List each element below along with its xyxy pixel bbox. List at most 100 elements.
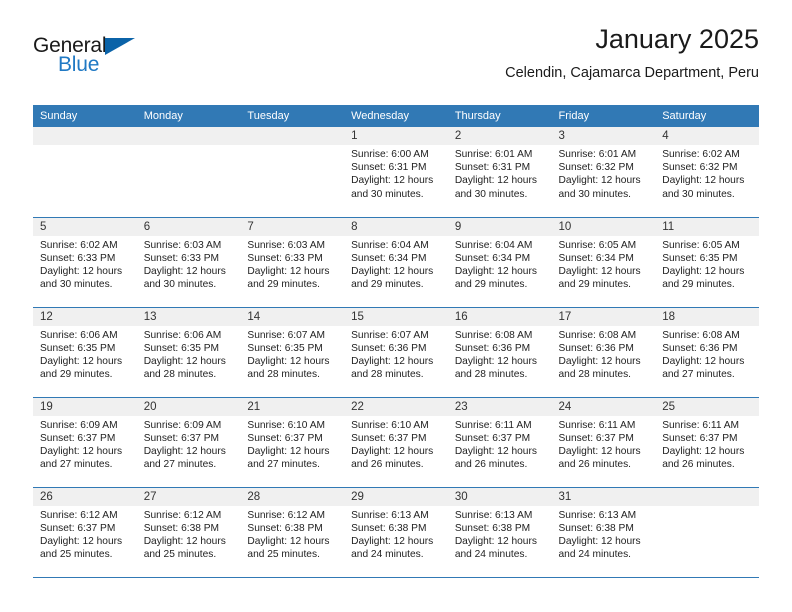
day-details: Sunrise: 6:03 AM Sunset: 6:33 PM Daylight:… [137,236,241,292]
sunrise-text: Sunrise: 6:13 AM [351,509,429,521]
day-number: 12 [33,307,137,326]
day-details: Sunrise: 6:04 AM Sunset: 6:34 PM Daylight:… [448,236,552,292]
day-number: 6 [136,217,241,236]
daylight-text-line1: Daylight: 12 hours [143,265,226,277]
calendar-day-cell[interactable]: 26 Sunrise: 6:12 AM Sunset: 6:37 PM Dayligh… [33,487,137,578]
calendar-day-cell[interactable]: 11 Sunrise: 6:05 AM Sunset: 6:35 PM Dayligh… [655,217,759,308]
calendar-day-cell[interactable]: 27 Sunrise: 6:12 AM Sunset: 6:38 PM Dayligh… [136,487,241,578]
calendar-day-cell[interactable]: 18 Sunrise: 6:08 AM Sunset: 6:36 PM Dayligh… [655,307,759,398]
sunset-text: Sunset: 6:32 PM [558,162,634,174]
calendar-day-cell[interactable]: 20 Sunrise: 6:09 AM Sunset: 6:37 PM Dayligh… [136,397,241,488]
daylight-text-line1: Daylight: 12 hours [662,175,745,187]
calendar-day-cell[interactable]: 3 Sunrise: 6:01 AM Sunset: 6:32 PM Daylight… [551,127,656,218]
day-details: Sunrise: 6:05 AM Sunset: 6:34 PM Daylight:… [552,236,656,292]
weekday-row: Sunday Monday Tuesday Wednesday Thursday Frid… [33,105,759,127]
calendar-day-cell[interactable]: 25 Sunrise: 6:11 AM Sunset: 6:37 PM Dayligh… [655,397,759,488]
calendar-day-cell[interactable]: 8 Sunrise: 6:04 AM Sunset: 6:34 PM Daylight… [344,217,448,308]
calendar-day-cell[interactable]: 17 Sunrise: 6:08 AM Sunset: 6:36 PM Dayligh… [551,307,656,398]
daylight-text-line1: Daylight: 12 hours [454,265,537,277]
daylight-text-line2: and 29 minutes. [40,369,113,381]
calendar-day-cell[interactable]: 28 Sunrise: 6:12 AM Sunset: 6:38 PM Dayligh… [240,487,345,578]
daylight-text-line1: Daylight: 12 hours [662,355,745,367]
daylight-text-line2: and 30 minutes. [351,188,424,200]
sunset-text: Sunset: 6:37 PM [40,432,116,444]
daylight-text-line2: and 29 minutes. [662,279,735,291]
day-number: 7 [240,217,345,236]
weekday-header-friday: Friday [551,105,656,127]
sunrise-text: Sunrise: 6:12 AM [143,509,222,521]
calendar-day-cell[interactable]: 2 Sunrise: 6:01 AM Sunset: 6:31 PM Daylight… [447,127,552,218]
day-number: 21 [240,397,345,416]
sunset-text: Sunset: 6:35 PM [247,342,323,354]
sunrise-text: Sunrise: 6:10 AM [247,419,325,431]
calendar-day-cell[interactable]: 9 Sunrise: 6:04 AM Sunset: 6:34 PM Daylight… [447,217,552,308]
day-details: Sunrise: 6:06 AM Sunset: 6:35 PM Daylight:… [137,326,241,382]
calendar-week-row: 1 Sunrise: 6:00 AM Sunset: 6:31 PM Daylight… [33,127,759,218]
daylight-text-line2: and 24 minutes. [558,549,632,561]
day-number: 29 [344,487,448,506]
calendar-day-cell[interactable]: 30 Sunrise: 6:13 AM Sunset: 6:38 PM Dayligh… [447,487,552,578]
daylight-text-line1: Daylight: 12 hours [247,535,330,547]
calendar-day-cell[interactable]: 6 Sunrise: 6:03 AM Sunset: 6:33 PM Daylight… [136,217,241,308]
sunset-text: Sunset: 6:37 PM [143,432,220,444]
day-number [240,127,345,145]
daylight-text-line1: Daylight: 12 hours [662,445,745,457]
daylight-text-line2: and 28 minutes. [247,369,320,381]
calendar-week-row: 19 Sunrise: 6:09 AM Sunset: 6:37 PM Dayligh… [33,397,759,488]
daylight-text-line2: and 25 minutes. [143,549,217,561]
weekday-header-sunday: Sunday [33,105,137,127]
day-details: Sunrise: 6:11 AM Sunset: 6:37 PM Daylight:… [448,416,552,472]
calendar-day-cell[interactable]: 19 Sunrise: 6:09 AM Sunset: 6:37 PM Dayligh… [33,397,137,488]
sunset-text: Sunset: 6:37 PM [558,432,634,444]
day-number: 27 [136,487,241,506]
calendar-week-row: 12 Sunrise: 6:06 AM Sunset: 6:35 PM Dayligh… [33,307,759,398]
sunrise-text: Sunrise: 6:11 AM [558,419,636,431]
day-details: Sunrise: 6:10 AM Sunset: 6:37 PM Daylight:… [240,416,344,472]
calendar-day-cell[interactable]: 16 Sunrise: 6:08 AM Sunset: 6:36 PM Dayligh… [447,307,552,398]
calendar-day-cell[interactable]: 23 Sunrise: 6:11 AM Sunset: 6:37 PM Dayligh… [447,397,552,488]
sunset-text: Sunset: 6:36 PM [558,342,634,354]
general-blue-logo[interactable]: General Blue [33,34,213,90]
day-number: 24 [551,397,656,416]
calendar-day-cell-empty [136,127,241,218]
sunrise-text: Sunrise: 6:10 AM [351,419,429,431]
daylight-text-line1: Daylight: 12 hours [247,265,330,277]
sunrise-text: Sunrise: 6:06 AM [40,329,118,341]
daylight-text-line1: Daylight: 12 hours [454,535,537,547]
calendar-day-cell[interactable]: 22 Sunrise: 6:10 AM Sunset: 6:37 PM Dayligh… [344,397,448,488]
sunrise-text: Sunrise: 6:08 AM [454,329,533,341]
calendar-day-cell[interactable]: 29 Sunrise: 6:13 AM Sunset: 6:38 PM Dayligh… [344,487,448,578]
sunset-text: Sunset: 6:37 PM [662,432,738,444]
sunrise-text: Sunrise: 6:02 AM [662,149,740,160]
day-details: Sunrise: 6:08 AM Sunset: 6:36 PM Daylight:… [655,326,759,382]
calendar-day-cell[interactable]: 1 Sunrise: 6:00 AM Sunset: 6:31 PM Daylight… [344,127,448,218]
sunset-text: Sunset: 6:34 PM [351,252,427,264]
day-number: 23 [447,397,552,416]
sunrise-text: Sunrise: 6:04 AM [454,239,533,251]
calendar-day-cell[interactable]: 15 Sunrise: 6:07 AM Sunset: 6:36 PM Dayligh… [344,307,448,398]
calendar-day-cell[interactable]: 4 Sunrise: 6:02 AM Sunset: 6:32 PM Daylight… [655,127,759,218]
daylight-text-line2: and 28 minutes. [351,369,424,381]
calendar-day-cell[interactable]: 7 Sunrise: 6:03 AM Sunset: 6:33 PM Daylight… [240,217,345,308]
calendar-table: Sunday Monday Tuesday Wednesday Thursday Frid… [33,105,759,578]
calendar-day-cell[interactable]: 14 Sunrise: 6:07 AM Sunset: 6:35 PM Dayligh… [240,307,345,398]
day-number: 10 [551,217,656,236]
day-details: Sunrise: 6:05 AM Sunset: 6:35 PM Daylight:… [655,236,759,292]
day-number [136,127,241,145]
calendar-day-cell[interactable]: 21 Sunrise: 6:10 AM Sunset: 6:37 PM Dayligh… [240,397,345,488]
sunrise-text: Sunrise: 6:13 AM [454,509,533,521]
sunrise-text: Sunrise: 6:04 AM [351,239,429,251]
calendar-day-cell[interactable]: 5 Sunrise: 6:02 AM Sunset: 6:33 PM Daylight… [33,217,137,308]
calendar-day-cell[interactable]: 13 Sunrise: 6:06 AM Sunset: 6:35 PM Dayligh… [136,307,241,398]
calendar-day-cell[interactable]: 24 Sunrise: 6:11 AM Sunset: 6:37 PM Dayligh… [551,397,656,488]
day-number: 20 [136,397,241,416]
daylight-text-line2: and 30 minutes. [662,188,735,200]
day-details: Sunrise: 6:10 AM Sunset: 6:37 PM Daylight:… [344,416,448,472]
calendar-day-cell[interactable]: 31 Sunrise: 6:13 AM Sunset: 6:38 PM Dayligh… [551,487,656,578]
calendar-body: 1 Sunrise: 6:00 AM Sunset: 6:31 PM Daylight… [33,127,759,578]
sunset-text: Sunset: 6:38 PM [558,522,634,534]
day-details: Sunrise: 6:08 AM Sunset: 6:36 PM Daylight:… [552,326,656,382]
calendar-day-cell[interactable]: 10 Sunrise: 6:05 AM Sunset: 6:34 PM Dayligh… [551,217,656,308]
calendar-day-cell[interactable]: 12 Sunrise: 6:06 AM Sunset: 6:35 PM Dayligh… [33,307,137,398]
daylight-text-line2: and 29 minutes. [454,279,528,291]
